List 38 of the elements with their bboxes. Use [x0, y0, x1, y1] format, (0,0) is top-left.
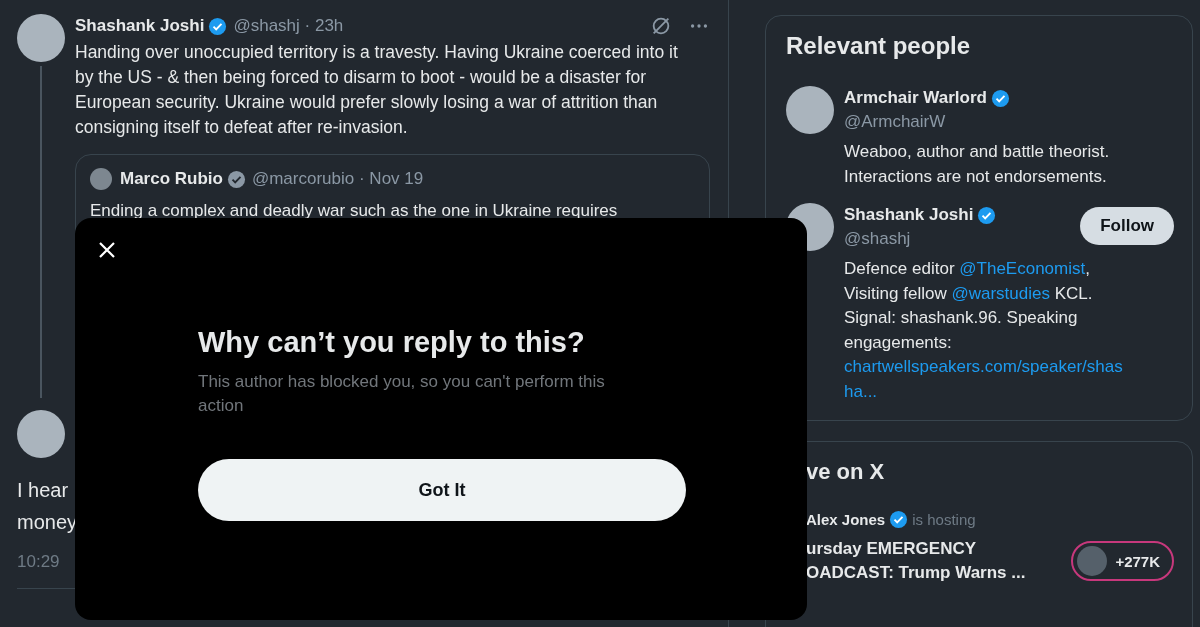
profile-link[interactable]: @TheEconomist [959, 259, 1086, 278]
person-name[interactable]: Shashank Joshi [844, 205, 974, 225]
avatar[interactable] [17, 14, 65, 62]
avatar [90, 168, 112, 190]
card-title: Relevant people [786, 31, 971, 61]
person-name[interactable]: Armchair Warlord [844, 88, 987, 108]
host-name[interactable]: Alex Jones [806, 511, 886, 528]
profile-link[interactable]: ha... [844, 381, 878, 401]
avatar[interactable] [786, 86, 834, 134]
listener-pill[interactable]: +277K [1071, 541, 1174, 581]
slashed-circle-icon[interactable] [650, 15, 672, 37]
host-status: is hosting [912, 511, 976, 528]
profile-link[interactable]: @warstudies [951, 283, 1050, 303]
tweet-meta: @shashj · 23h [233, 16, 344, 36]
avatar [1077, 546, 1108, 576]
person-handle: @shashj [844, 228, 911, 250]
quoted-text: Ending a complex and deadly war such as the one in Ukraine requires [90, 200, 619, 222]
author-name: Marco Rubio [120, 169, 223, 189]
close-icon [97, 240, 117, 260]
person-handle: @ArmchairW [844, 111, 946, 133]
space-title[interactable]: ursday EMERGENCY [806, 537, 977, 561]
reply-text: I hear [17, 478, 69, 503]
space-title[interactable]: OADCAST: Trump Warns ... [806, 561, 1026, 585]
avatar[interactable] [17, 410, 65, 458]
profile-bio: Weaboo, author and battle theorist. Interactions are not endorsements. [844, 141, 1111, 188]
dialog-message: This author has blocked you, so you can't perform this action [198, 371, 606, 417]
profile-bio: Defence editor @TheEconomist, Visiting fellow @warstudies KCL. Signal: shashank.96. Speaking engagements: chartwellspeakers.com/speaker/shas ha... [844, 258, 1124, 403]
tweet-text: Handing over unoccupied territory is a travesty. Having Ukraine coerced into it by the US - & then being forced to disarm to boot - would be a disaster for European security. Ukraine would prefer slowly losing a war of attrition than consigning itself to defeat after re-invasion. [75, 41, 679, 139]
follow-button[interactable]: Follow [1080, 207, 1174, 245]
reply-text: money [17, 510, 78, 535]
got-it-button[interactable]: Got It [198, 459, 686, 521]
listener-count: +277K [1115, 552, 1160, 570]
tweet-meta: @marcorubio · Nov 19 [251, 169, 424, 189]
dialog-title: Why can’t you reply to this? [198, 325, 585, 360]
card-title: ve on X [806, 458, 885, 486]
author-name[interactable]: Shashank Joshi [75, 16, 205, 36]
profile-link[interactable]: chartwellspeakers.com/speaker/shas [844, 357, 1123, 376]
tweet-time: 10:29 [17, 552, 60, 572]
